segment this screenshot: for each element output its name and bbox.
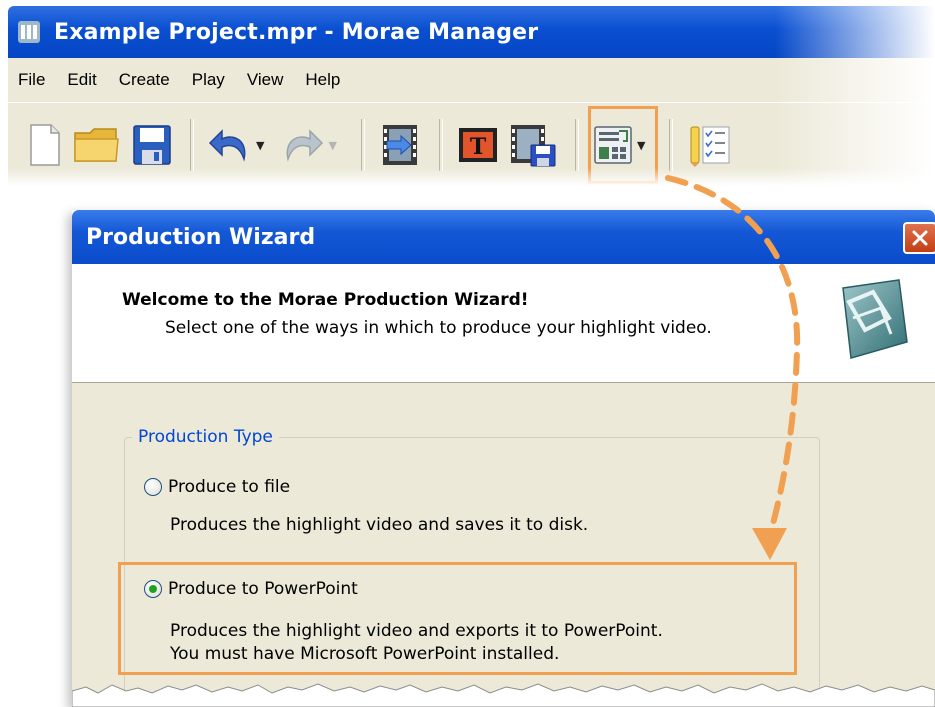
produce-to-file-radio[interactable]	[144, 478, 162, 496]
import-video-icon	[382, 125, 417, 165]
menu-play[interactable]: Play	[192, 70, 225, 90]
open-folder-icon	[74, 128, 119, 162]
import-video-button[interactable]	[379, 123, 421, 167]
torn-paper-edge	[72, 683, 935, 707]
toolbar-separator	[190, 119, 194, 171]
redo-dropdown-arrow: ▼	[328, 138, 337, 152]
toolbar-separator	[669, 119, 674, 171]
redo-icon	[287, 129, 324, 162]
title-clip-icon: T	[458, 128, 497, 162]
morae-manager-app-icon	[18, 21, 40, 43]
produce-video-button[interactable]	[509, 123, 557, 167]
produce-to-file-label: Produce to file	[168, 477, 291, 497]
produce-video-icon	[510, 125, 556, 167]
dialog-header: Welcome to the Morae Production Wizard! …	[72, 264, 935, 383]
undo-dropdown-arrow[interactable]: ▼	[256, 139, 264, 152]
save-icon	[133, 125, 171, 165]
dialog-title: Production Wizard	[86, 224, 316, 250]
wizard-heading: Welcome to the Morae Production Wizard!	[122, 290, 529, 310]
produce-video-callout-box	[588, 106, 658, 184]
dialog-titlebar[interactable]: Production Wizard	[72, 210, 935, 264]
toolbar: ▼ ▼ T ▼	[8, 102, 935, 186]
toolbar-separator	[360, 119, 365, 171]
produce-to-file-description: Produces the highlight video and saves i…	[170, 515, 589, 535]
task-list-button[interactable]	[687, 123, 731, 167]
menu-view[interactable]: View	[247, 70, 284, 90]
redo-button[interactable]	[280, 125, 324, 165]
close-icon	[912, 230, 928, 246]
toolbar-separator	[438, 119, 443, 171]
svg-text:T: T	[470, 134, 487, 160]
main-window-title: Example Project.mpr - Morae Manager	[54, 19, 539, 45]
produce-to-file-option[interactable]: Produce to file	[144, 477, 290, 497]
main-window: Example Project.mpr - Morae Manager File…	[8, 6, 935, 186]
close-button[interactable]	[903, 222, 935, 254]
menu-create[interactable]: Create	[119, 70, 170, 90]
open-button[interactable]	[72, 123, 122, 167]
main-titlebar[interactable]: Example Project.mpr - Morae Manager	[8, 6, 935, 58]
new-button[interactable]	[28, 123, 62, 167]
save-button[interactable]	[132, 124, 172, 166]
menu-bar: File Edit Create Play View Help	[8, 58, 935, 102]
menu-help[interactable]: Help	[305, 70, 340, 90]
powerpoint-option-callout-box	[118, 562, 797, 675]
menu-file[interactable]: File	[18, 70, 45, 90]
title-clip-button[interactable]: T	[457, 126, 499, 164]
menu-edit[interactable]: Edit	[67, 70, 96, 90]
production-wizard-logo-icon	[842, 279, 908, 359]
undo-button[interactable]	[208, 125, 252, 165]
task-list-icon	[690, 126, 730, 167]
undo-icon	[208, 129, 246, 162]
wizard-subheading: Select one of the ways in which to produ…	[165, 318, 712, 338]
new-document-icon	[30, 124, 60, 166]
production-type-label: Production Type	[132, 427, 279, 447]
toolbar-separator	[574, 119, 579, 171]
